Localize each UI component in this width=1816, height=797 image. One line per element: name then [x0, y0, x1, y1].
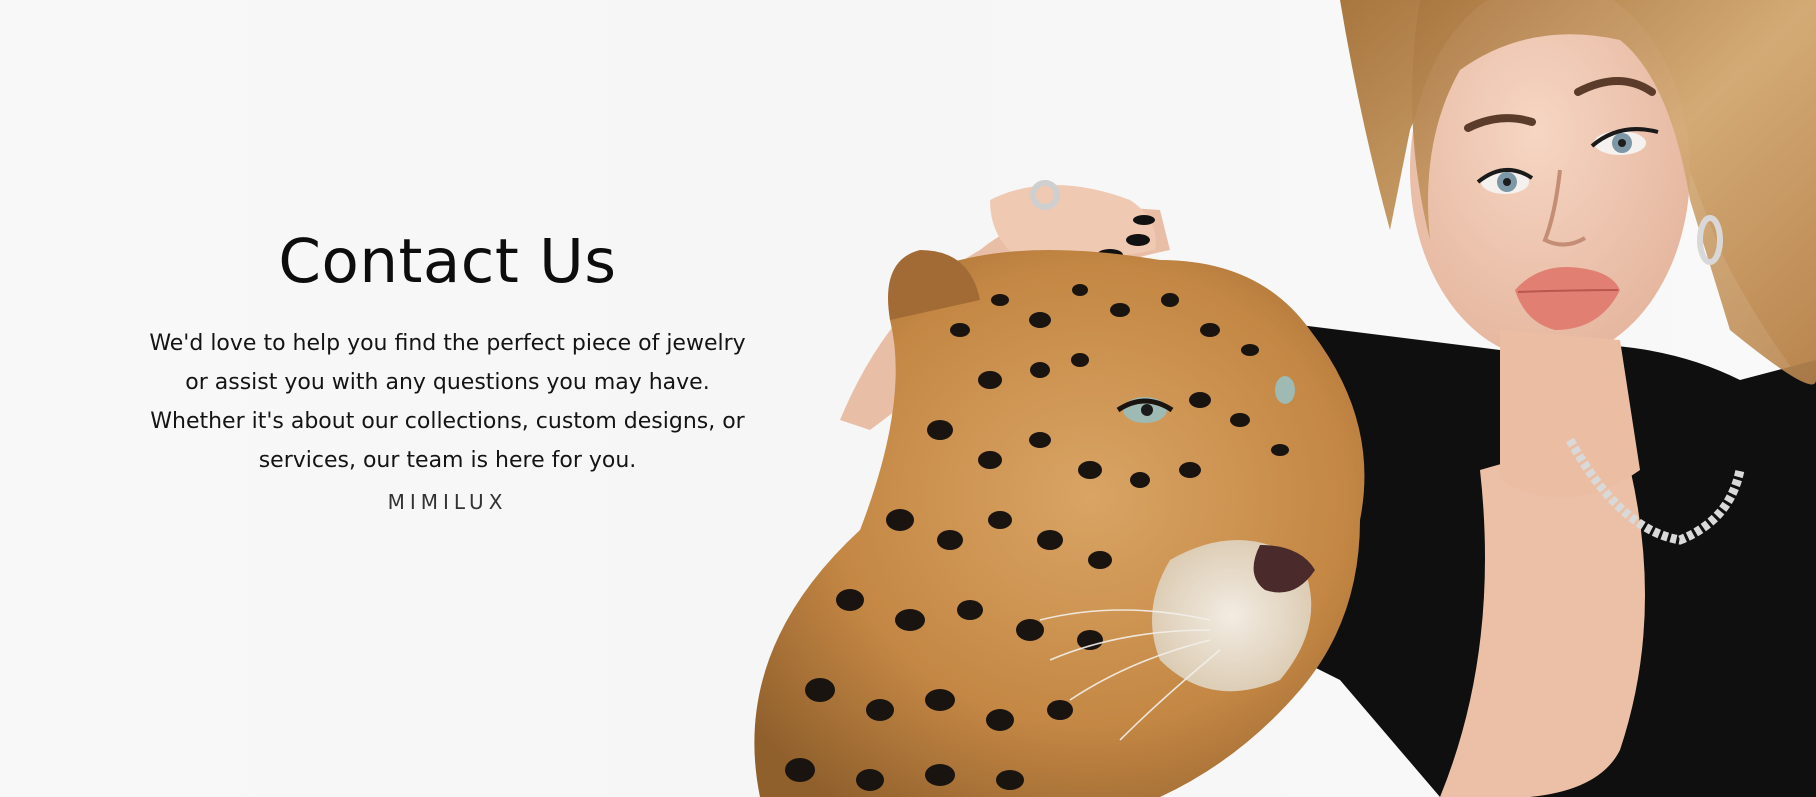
description-line: We'd love to help you find the perfect p…	[149, 331, 746, 357]
description-line: or assist you with any questions you may…	[185, 370, 710, 396]
contact-description: We'd love to help you find the perfect p…	[128, 324, 768, 480]
nail	[1126, 234, 1150, 246]
hero-photo-woman-leopard	[754, 0, 1816, 797]
page-title: Contact Us	[278, 226, 617, 297]
brand-name: MIMILUX	[387, 490, 508, 515]
description-line: services, our team is here for you.	[258, 448, 637, 474]
contact-hero: Contact Us We'd love to help you find th…	[0, 0, 1816, 797]
description-line: Whether it's about our collections, cust…	[150, 409, 745, 435]
nail	[1133, 215, 1155, 225]
contact-text-block: Contact Us We'd love to help you find th…	[120, 225, 775, 514]
neck	[1500, 330, 1640, 498]
